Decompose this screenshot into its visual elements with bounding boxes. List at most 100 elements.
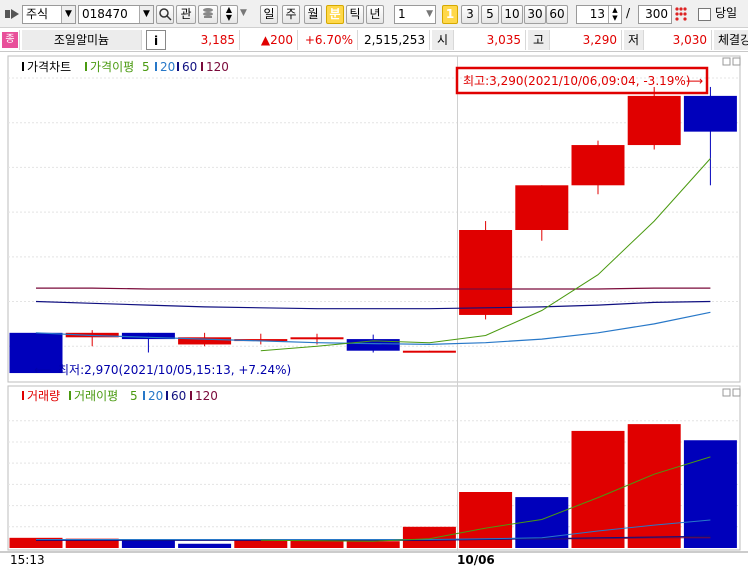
low-label: 저 bbox=[624, 30, 644, 50]
volume-bar[interactable] bbox=[346, 541, 400, 548]
watch-button[interactable]: 관 bbox=[176, 5, 196, 24]
today-checkbox[interactable] bbox=[698, 8, 711, 21]
price-legend: 가격차트 가격이평 5 20 60 120 bbox=[22, 60, 229, 74]
stack-button[interactable] bbox=[198, 5, 218, 24]
legend-ma60: 60 bbox=[182, 60, 197, 74]
candle-body[interactable] bbox=[515, 185, 569, 230]
legend-vma-name: 거래이평 bbox=[74, 389, 118, 403]
unit-select[interactable]: 1 ▼ bbox=[394, 5, 436, 24]
volume-bar[interactable] bbox=[402, 526, 456, 548]
period-tick[interactable]: 틱 bbox=[346, 5, 364, 24]
stock-name: 조일알미늄 bbox=[22, 30, 142, 50]
chevron-down-icon[interactable]: ▼ bbox=[139, 6, 153, 23]
chevron-down-icon[interactable]: ▼ bbox=[426, 6, 433, 23]
arrow-right-icon: ⟶ bbox=[686, 74, 703, 88]
chevron-down-icon[interactable]: ▼ bbox=[61, 6, 75, 23]
open-label: 시 bbox=[432, 30, 454, 50]
legend-marker bbox=[201, 62, 203, 71]
market-select-value: 주식 bbox=[26, 7, 49, 21]
legend-marker bbox=[166, 391, 168, 400]
close-panel-icon[interactable] bbox=[732, 388, 741, 397]
stock-code-value: 018470 bbox=[82, 7, 128, 21]
minute-5[interactable]: 5 bbox=[481, 5, 499, 24]
legend-marker bbox=[22, 391, 24, 400]
chevron-down-icon[interactable]: ▼ bbox=[240, 5, 250, 24]
legend-ma20: 20 bbox=[160, 60, 175, 74]
chart-area: 가격차트 가격이평 5 20 60 120 거래량 거래이평 5 20 60 1… bbox=[0, 52, 748, 568]
legend-ma-name: 가격이평 bbox=[90, 60, 134, 74]
total-count-input[interactable]: 300 bbox=[638, 5, 672, 24]
legend-marker bbox=[22, 62, 24, 71]
legend-marker bbox=[177, 62, 179, 71]
volume-bar[interactable] bbox=[234, 540, 288, 548]
legend-vma120: 120 bbox=[195, 389, 218, 403]
period-minute[interactable]: 분 bbox=[326, 5, 344, 24]
count-stepper[interactable]: 13 ▲ ▼ bbox=[576, 5, 622, 24]
candle-body[interactable] bbox=[683, 95, 737, 132]
stock-code-input[interactable]: 018470 ▼ bbox=[78, 5, 154, 24]
volume-bar[interactable] bbox=[683, 440, 737, 548]
link-arrow-icon[interactable] bbox=[4, 5, 22, 24]
minimize-panel-icon[interactable] bbox=[722, 388, 731, 397]
stock-badge-icon: 종 bbox=[2, 30, 20, 50]
minute-1[interactable]: 1 bbox=[442, 5, 458, 24]
period-year[interactable]: 년 bbox=[366, 5, 384, 24]
period-month[interactable]: 월 bbox=[304, 5, 322, 24]
minimize-panel-icon[interactable] bbox=[722, 57, 731, 66]
low-annotation: ⟵ 최저:2,970(2021/10/05,15:13, +7.24%) bbox=[34, 363, 291, 377]
arrow-left-icon: ⟵ bbox=[34, 363, 51, 377]
high-label: 고 bbox=[528, 30, 550, 50]
volume-bar[interactable] bbox=[121, 540, 175, 548]
minute-60[interactable]: 60 bbox=[546, 5, 568, 24]
ma60-line bbox=[35, 300, 711, 310]
today-label: 당일 bbox=[715, 6, 738, 20]
stack-icon bbox=[203, 8, 213, 18]
price-change: ▲200 bbox=[242, 30, 298, 50]
volume-legend: 거래량 거래이평 5 20 60 120 bbox=[22, 389, 218, 403]
period-week[interactable]: 주 bbox=[282, 5, 300, 24]
period-day[interactable]: 일 bbox=[260, 5, 278, 24]
search-icon bbox=[159, 8, 172, 21]
low-annotation-text: 최저:2,970(2021/10/05,15:13, +7.24%) bbox=[58, 363, 291, 377]
count-value: 13 bbox=[589, 7, 605, 21]
toolbar: 주식 ▼ 018470 ▼ 관 ▲ ▼ ▼ 일 주 월 분 틱 년 1 ▼ 1 3… bbox=[0, 0, 748, 28]
stepper-arrows-icon[interactable]: ▲ ▼ bbox=[608, 6, 621, 23]
candle-body[interactable] bbox=[402, 350, 456, 353]
legend-vma5: 5 bbox=[130, 389, 138, 403]
info-button[interactable]: i bbox=[146, 30, 166, 50]
updown-spinner[interactable]: ▲ ▼ bbox=[220, 5, 238, 24]
volume-chart-title: 거래량 bbox=[27, 389, 60, 403]
settings-dots-icon[interactable] bbox=[674, 5, 690, 24]
volume-bar[interactable] bbox=[627, 424, 681, 548]
legend-vma60: 60 bbox=[171, 389, 186, 403]
candle-body[interactable] bbox=[571, 145, 625, 186]
candle-body[interactable] bbox=[459, 230, 513, 315]
volume-bar[interactable] bbox=[290, 540, 344, 548]
quote-bar: 종 조일알미늄 i 3,185 ▲200 +6.70% 2,515,253 시 … bbox=[0, 28, 748, 52]
slash-separator: / bbox=[626, 6, 631, 20]
legend-ma120: 120 bbox=[206, 60, 229, 74]
trade-volume: 2,515,253 bbox=[360, 30, 430, 50]
legend-ma5: 5 bbox=[142, 60, 150, 74]
search-button[interactable] bbox=[156, 5, 174, 24]
high-price: 3,290 bbox=[552, 30, 622, 50]
chart-svg[interactable]: 가격차트 가격이평 5 20 60 120 거래량 거래이평 5 20 60 1… bbox=[0, 52, 748, 568]
ma120-line bbox=[36, 287, 711, 290]
change-percent: +6.70% bbox=[300, 30, 358, 50]
minute-10[interactable]: 10 bbox=[501, 5, 523, 24]
minute-3[interactable]: 3 bbox=[461, 5, 479, 24]
close-panel-icon[interactable] bbox=[732, 57, 741, 66]
legend-marker bbox=[155, 62, 157, 71]
legend-marker bbox=[69, 391, 71, 400]
current-price: 3,185 bbox=[170, 30, 240, 50]
candle-body[interactable] bbox=[627, 95, 681, 146]
execution-strength-label: 체결강 bbox=[714, 30, 748, 50]
candle-body[interactable] bbox=[290, 337, 344, 340]
price-chart-title: 가격차트 bbox=[27, 60, 71, 74]
minute-30[interactable]: 30 bbox=[524, 5, 546, 24]
volume-bar[interactable] bbox=[178, 543, 232, 548]
high-annotation: 최고:3,290(2021/10/06,09:04, -3.19%) ⟶ bbox=[455, 66, 709, 95]
market-select[interactable]: 주식 ▼ bbox=[22, 5, 76, 24]
legend-marker bbox=[143, 391, 145, 400]
legend-vma20: 20 bbox=[148, 389, 163, 403]
